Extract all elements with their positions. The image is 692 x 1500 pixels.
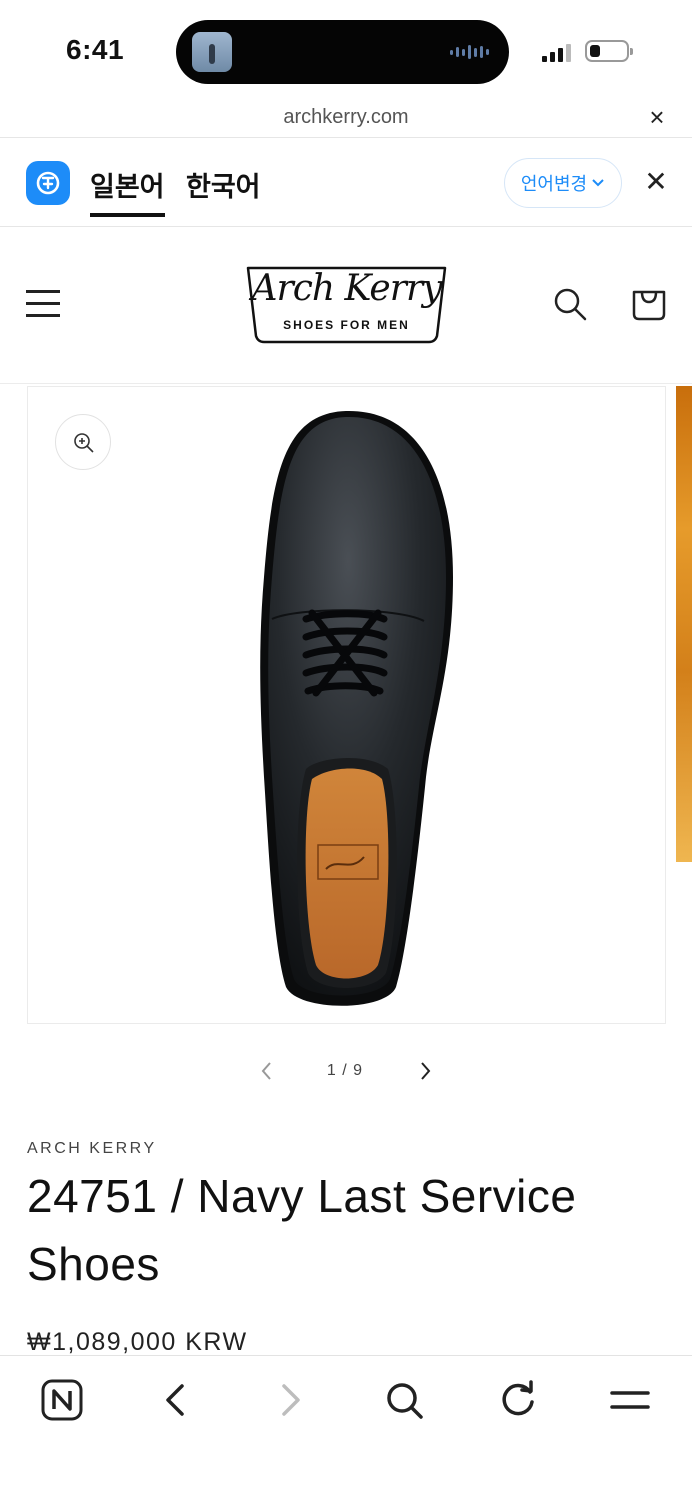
audio-wave-icon <box>450 44 489 60</box>
logo-script-text: Arch Kerry <box>251 268 443 309</box>
logo-tagline: SHOES FOR MEN <box>283 318 410 332</box>
slider-prev-button[interactable] <box>256 1058 278 1084</box>
chevron-down-icon <box>592 179 604 187</box>
product-vendor: ARCH KERRY <box>27 1140 157 1157</box>
now-playing-thumbnail <box>192 32 232 72</box>
chevron-left-icon <box>261 1062 271 1080</box>
change-language-label: 언어변경 <box>520 174 588 195</box>
battery-icon <box>585 40 633 62</box>
product-price: ₩1,089,000 KRW <box>27 1328 248 1356</box>
status-time: 6:41 <box>66 34 125 65</box>
refresh-icon[interactable] <box>496 1378 540 1422</box>
tab-source-language[interactable]: 일본어 <box>90 165 165 217</box>
menu-icon[interactable] <box>608 1378 652 1422</box>
signal-icon <box>542 42 571 62</box>
cart-icon[interactable] <box>630 284 668 322</box>
status-bar: 6:41 <box>0 0 692 100</box>
url-bar[interactable]: archkerry.com × <box>0 100 692 138</box>
shoe-image <box>260 410 453 1006</box>
chevron-left-icon[interactable] <box>154 1378 198 1422</box>
store-logo[interactable]: Arch Kerry SHOES FOR MEN <box>244 264 449 346</box>
naver-n-icon[interactable] <box>40 1378 84 1422</box>
change-language-button[interactable]: 언어변경 <box>504 158 622 208</box>
tab-target-language[interactable]: 한국어 <box>186 165 261 204</box>
chevron-right-icon <box>421 1062 431 1080</box>
next-image-preview[interactable] <box>676 386 692 862</box>
close-translate-icon[interactable]: ✕ <box>642 167 670 197</box>
slider-next-button[interactable] <box>414 1058 436 1084</box>
browser-toolbar <box>0 1355 692 1500</box>
chevron-right-icon[interactable] <box>268 1378 312 1422</box>
product-image[interactable] <box>27 386 666 1024</box>
site-header: Arch Kerry SHOES FOR MEN <box>0 228 692 384</box>
translator-logo-icon[interactable] <box>26 161 70 205</box>
search-icon[interactable] <box>552 286 588 322</box>
product-title: 24751 / Navy Last Service Shoes <box>27 1170 577 1290</box>
dynamic-island[interactable] <box>176 20 509 84</box>
search-icon[interactable] <box>382 1378 426 1422</box>
close-icon[interactable]: × <box>644 102 670 132</box>
url-domain[interactable]: archkerry.com <box>0 106 692 129</box>
slider-counter: 1 / 9 <box>326 1062 364 1079</box>
hamburger-icon[interactable] <box>26 286 62 320</box>
translate-bar: 일본어 한국어 언어변경 ✕ <box>0 139 692 227</box>
zoom-in-icon[interactable] <box>55 414 111 470</box>
